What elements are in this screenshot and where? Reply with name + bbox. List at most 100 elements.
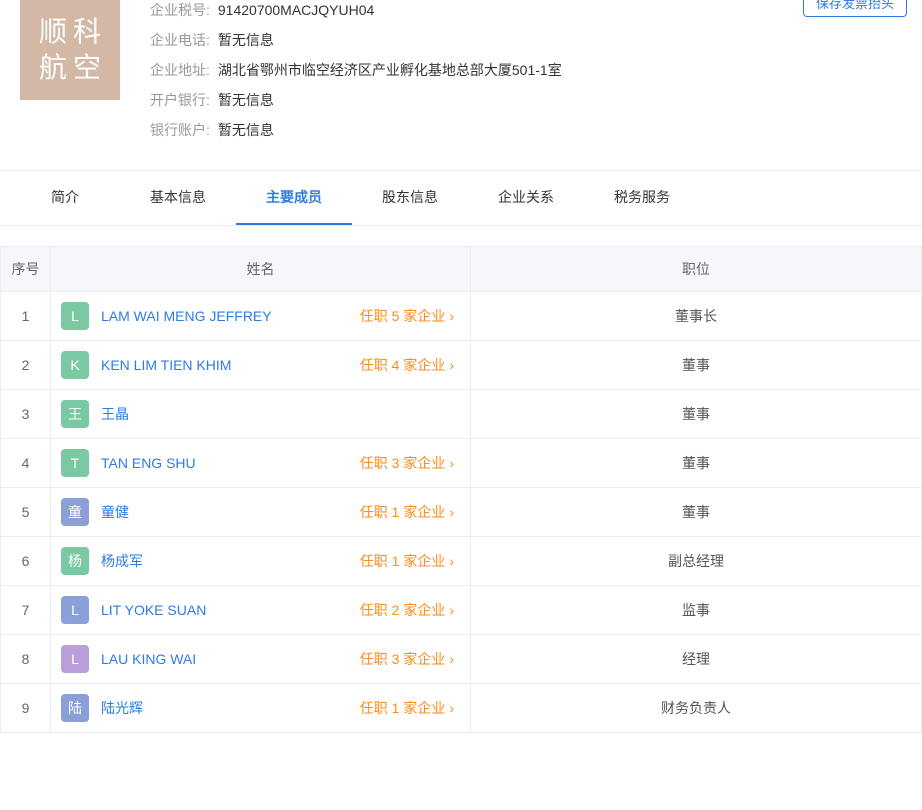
- tab-basic-info[interactable]: 基本信息: [120, 171, 236, 225]
- member-jobs-link[interactable]: 任职 3 家企业 ›: [360, 453, 454, 473]
- member-jobs-link[interactable]: 任职 1 家企业 ›: [360, 698, 454, 718]
- address-label: 企业地址:: [150, 60, 210, 80]
- company-info-list: 企业税号: 91420700MACJQYUH04 企业电话: 暂无信息 企业地址…: [150, 0, 922, 150]
- account-value: 暂无信息: [218, 120, 274, 140]
- bank-label: 开户银行:: [150, 90, 210, 110]
- chevron-right-icon: ›: [449, 651, 454, 667]
- name-cell: 杨 杨成军 任职 1 家企业 ›: [61, 547, 460, 575]
- row-index: 6: [1, 537, 51, 586]
- job-count-text: 任职 1 家企业: [360, 502, 446, 522]
- member-avatar: L: [61, 302, 89, 330]
- chevron-right-icon: ›: [449, 700, 454, 716]
- job-count-text: 任职 1 家企业: [360, 551, 446, 571]
- chevron-right-icon: ›: [449, 308, 454, 324]
- job-count-text: 任职 2 家企业: [360, 600, 446, 620]
- logo-line2: 航空: [33, 50, 107, 86]
- info-row-bank: 开户银行: 暂无信息: [150, 90, 922, 110]
- chevron-right-icon: ›: [449, 602, 454, 618]
- table-row: 9 陆 陆光辉 任职 1 家企业 › 财务负责人: [1, 684, 922, 733]
- member-avatar: T: [61, 449, 89, 477]
- row-index: 5: [1, 488, 51, 537]
- row-index: 8: [1, 635, 51, 684]
- member-jobs-link[interactable]: 任职 4 家企业 ›: [360, 355, 454, 375]
- member-position: 董事: [471, 439, 922, 488]
- chevron-right-icon: ›: [449, 357, 454, 373]
- name-cell: T TAN ENG SHU 任职 3 家企业 ›: [61, 449, 460, 477]
- member-name-link[interactable]: LAM WAI MENG JEFFREY: [101, 308, 360, 324]
- member-position: 副总经理: [471, 537, 922, 586]
- member-jobs-link[interactable]: 任职 1 家企业 ›: [360, 502, 454, 522]
- member-name-link[interactable]: 王晶: [101, 404, 460, 424]
- table-row: 8 L LAU KING WAI 任职 3 家企业 › 经理: [1, 635, 922, 684]
- table-row: 1 L LAM WAI MENG JEFFREY 任职 5 家企业 › 董事长: [1, 292, 922, 341]
- tabs: 简介 基本信息 主要成员 股东信息 企业关系 税务服务: [0, 171, 922, 225]
- logo-line1: 顺科: [33, 14, 107, 50]
- member-position: 董事长: [471, 292, 922, 341]
- row-index: 3: [1, 390, 51, 439]
- phone-value: 暂无信息: [218, 30, 274, 50]
- info-row-account: 银行账户: 暂无信息: [150, 120, 922, 140]
- member-name-link[interactable]: 童健: [101, 502, 360, 522]
- name-cell: L LAU KING WAI 任职 3 家企业 ›: [61, 645, 460, 673]
- members-table: 序号 姓名 职位 1 L LAM WAI MENG JEFFREY 任职 5 家…: [0, 246, 922, 733]
- member-jobs-link[interactable]: 任职 1 家企业 ›: [360, 551, 454, 571]
- company-header: 顺科 航空 企业税号: 91420700MACJQYUH04 企业电话: 暂无信…: [0, 0, 922, 170]
- member-avatar: 陆: [61, 694, 89, 722]
- info-row-address: 企业地址: 湖北省鄂州市临空经济区产业孵化基地总部大厦501-1室: [150, 60, 922, 80]
- address-value: 湖北省鄂州市临空经济区产业孵化基地总部大厦501-1室: [218, 60, 562, 80]
- name-cell: 王 王晶 ›: [61, 400, 460, 428]
- member-avatar: 杨: [61, 547, 89, 575]
- tab-relations[interactable]: 企业关系: [468, 171, 584, 225]
- member-jobs-link[interactable]: 任职 2 家企业 ›: [360, 600, 454, 620]
- member-name-link[interactable]: LAU KING WAI: [101, 651, 360, 667]
- tab-tax-service[interactable]: 税务服务: [584, 171, 700, 225]
- member-avatar: 王: [61, 400, 89, 428]
- account-label: 银行账户:: [150, 120, 210, 140]
- row-index: 1: [1, 292, 51, 341]
- name-cell: 陆 陆光辉 任职 1 家企业 ›: [61, 694, 460, 722]
- table-row: 2 K KEN LIM TIEN KHIM 任职 4 家企业 › 董事: [1, 341, 922, 390]
- col-header-position: 职位: [471, 247, 922, 292]
- row-index: 7: [1, 586, 51, 635]
- member-avatar: L: [61, 645, 89, 673]
- tab-intro[interactable]: 简介: [10, 171, 120, 225]
- member-position: 董事: [471, 341, 922, 390]
- tabs-container: 简介 基本信息 主要成员 股东信息 企业关系 税务服务: [0, 170, 922, 226]
- name-cell: L LAM WAI MENG JEFFREY 任职 5 家企业 ›: [61, 302, 460, 330]
- table-row: 5 童 童健 任职 1 家企业 › 董事: [1, 488, 922, 537]
- member-avatar: K: [61, 351, 89, 379]
- table-row: 3 王 王晶 › 董事: [1, 390, 922, 439]
- member-jobs-link[interactable]: 任职 5 家企业 ›: [360, 306, 454, 326]
- tab-key-members[interactable]: 主要成员: [236, 171, 352, 225]
- chevron-right-icon: ›: [449, 455, 454, 471]
- job-count-text: 任职 3 家企业: [360, 649, 446, 669]
- row-index: 9: [1, 684, 51, 733]
- member-avatar: L: [61, 596, 89, 624]
- tax-value: 91420700MACJQYUH04: [218, 0, 374, 20]
- job-count-text: 任职 3 家企业: [360, 453, 446, 473]
- member-jobs-link[interactable]: 任职 3 家企业 ›: [360, 649, 454, 669]
- tax-label: 企业税号:: [150, 0, 210, 20]
- info-row-phone: 企业电话: 暂无信息: [150, 30, 922, 50]
- table-row: 6 杨 杨成军 任职 1 家企业 › 副总经理: [1, 537, 922, 586]
- tab-shareholders[interactable]: 股东信息: [352, 171, 468, 225]
- member-name-link[interactable]: 杨成军: [101, 551, 360, 571]
- member-position: 经理: [471, 635, 922, 684]
- row-index: 2: [1, 341, 51, 390]
- bank-value: 暂无信息: [218, 90, 274, 110]
- phone-label: 企业电话:: [150, 30, 210, 50]
- row-index: 4: [1, 439, 51, 488]
- table-header-row: 序号 姓名 职位: [1, 247, 922, 292]
- col-header-name: 姓名: [51, 247, 471, 292]
- col-header-index: 序号: [1, 247, 51, 292]
- member-name-link[interactable]: 陆光辉: [101, 698, 360, 718]
- member-name-link[interactable]: KEN LIM TIEN KHIM: [101, 357, 360, 373]
- member-position: 董事: [471, 390, 922, 439]
- table-row: 4 T TAN ENG SHU 任职 3 家企业 › 董事: [1, 439, 922, 488]
- member-position: 财务负责人: [471, 684, 922, 733]
- company-logo: 顺科 航空: [20, 0, 120, 100]
- member-name-link[interactable]: TAN ENG SHU: [101, 455, 360, 471]
- member-name-link[interactable]: LIT YOKE SUAN: [101, 602, 360, 618]
- save-invoice-button[interactable]: 保存发票抬头: [803, 0, 907, 17]
- job-count-text: 任职 1 家企业: [360, 698, 446, 718]
